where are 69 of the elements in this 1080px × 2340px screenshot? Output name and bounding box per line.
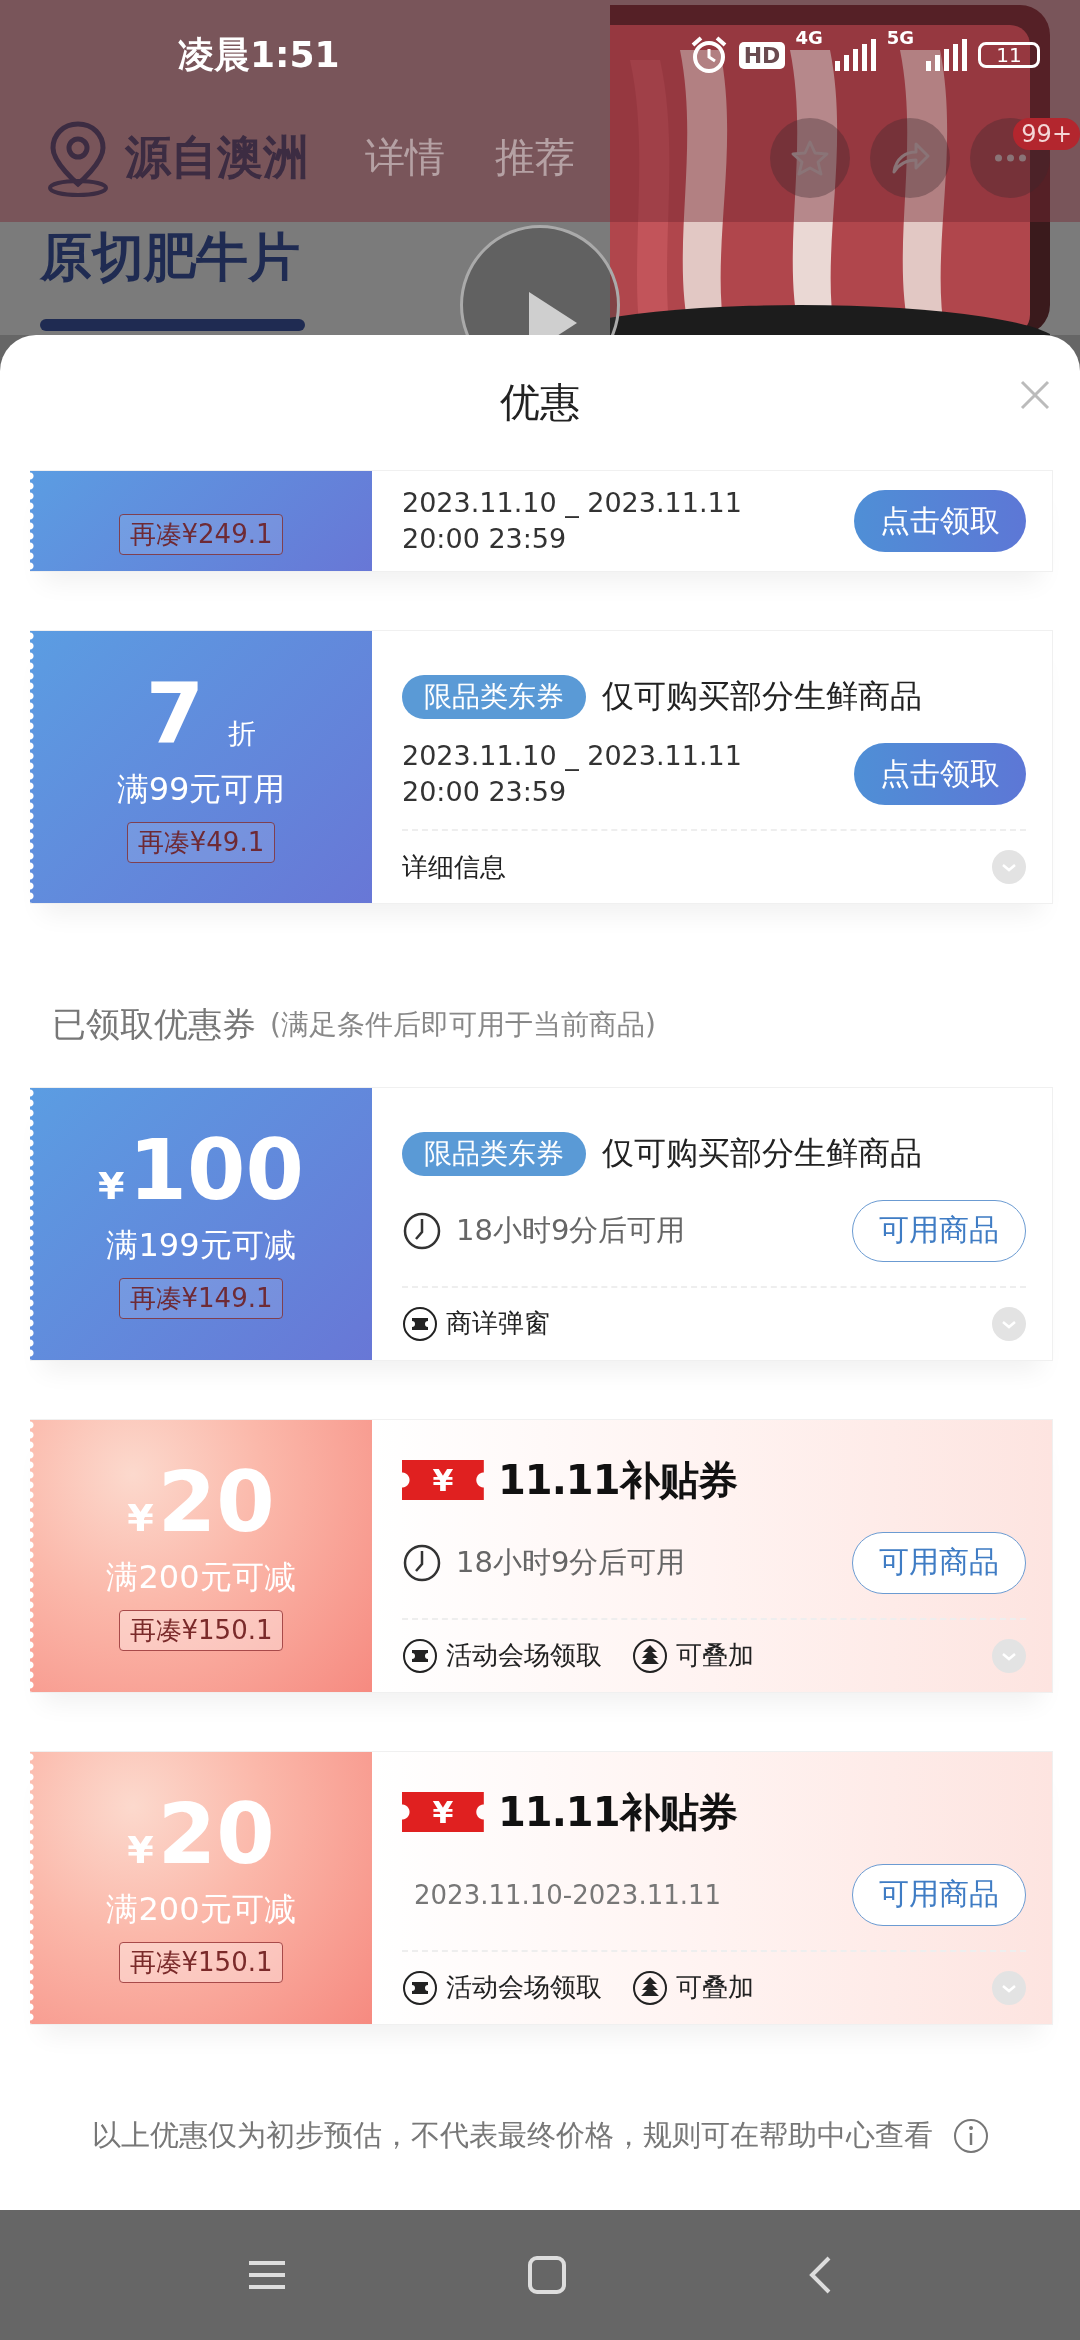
coupon-feature: 商详弹窗 [446,1307,550,1341]
network-label: 5G [886,27,914,48]
amount-needed-tag: 再凑¥249.1 [118,514,284,555]
more-icon [993,153,1027,162]
sheet-title: 优惠 [500,378,580,427]
details-link[interactable]: 详细信息 [402,849,506,885]
stack-icon [632,1969,668,2006]
product-title: 原切肥牛片 [40,226,300,289]
amount-needed-tag: 再凑¥150.1 [118,1610,284,1652]
coupon-feature: 可叠加 [676,1639,754,1673]
section-heading: 已领取优惠券 [52,1003,256,1047]
message-count-badge: 99+ [1013,118,1080,150]
coupon-feature: 可叠加 [676,1971,754,2005]
coupon-condition: 满99元可用 [116,768,286,810]
validity-period: 2023.11.10 _ 2023.11.11 20:00 23:59 [402,739,742,809]
ticket-icon [402,1969,438,2006]
close-icon[interactable] [1020,380,1050,410]
network-label: 4G [795,27,823,48]
coupon-description: 仅可购买部分生鲜商品 [602,676,922,717]
coupon-amount: 100 [128,1128,304,1213]
coupon-amount: 7 [145,671,205,756]
amount-needed-tag: 再凑¥150.1 [118,1942,284,1984]
coupon-feature: 活动会场领取 [446,1971,602,2005]
info-icon[interactable] [952,2118,989,2155]
back-icon[interactable] [807,2255,833,2295]
menu-icon[interactable] [247,2260,287,2290]
coupon-description: 仅可购买部分生鲜商品 [602,1132,922,1174]
signal-icon [924,39,968,71]
brand-logo-text: 源自澳洲 [125,128,309,186]
ticket-badge: ¥ [402,1460,484,1501]
validity-period: 2023.11.10-2023.11.11 [413,1879,722,1910]
ticket-icon [402,1637,438,1674]
claim-button[interactable]: 点击领取 [854,743,1026,805]
coupon-condition: 满199元可减 [106,1225,296,1267]
coupon-condition: 满200元可减 [106,1557,296,1599]
signal-icon [832,39,877,71]
validity-period: 2023.11.10 _ 2023.11.11 20:00 23:59 [402,486,742,556]
disclaimer-text: 以上优惠仅为初步预估，不代表最终价格，规则可在帮助中心查看 [91,2117,933,2155]
category-tag: 限品类东券 [402,1131,586,1176]
clock-icon [402,1210,442,1251]
home-icon[interactable] [527,2255,567,2295]
subsidy-coupon-logo: 11.11补贴券 [498,1787,737,1837]
available-countdown: 18小时9分后可用 [456,1211,686,1249]
ticket-icon [402,1305,438,1342]
coupon-amount: 20 [157,1792,275,1877]
coupon-amount: 20 [157,1460,275,1545]
discount-unit: 折 [228,719,257,748]
available-countdown: 18小时9分后可用 [456,1543,686,1581]
stack-icon [632,1637,668,1674]
battery-level: 11 [978,42,1040,68]
amount-needed-tag: 再凑¥49.1 [126,821,276,863]
coupon-feature: 活动会场领取 [446,1639,602,1673]
status-time: 凌晨1:51 [178,32,340,77]
eligible-products-button[interactable]: 可用商品 [852,1863,1026,1926]
page-tab[interactable]: 推荐 [495,130,575,185]
coupon-condition: 满200元可减 [106,1889,296,1931]
page-tab[interactable]: 详情 [365,130,445,185]
currency-sign: ¥ [127,1499,154,1538]
currency-sign: ¥ [127,1831,154,1870]
category-tag: 限品类东券 [402,675,586,719]
eligible-products-button[interactable]: 可用商品 [852,1531,1026,1594]
section-note: (满足条件后即可用于当前商品) [270,1007,656,1044]
amount-needed-tag: 再凑¥149.1 [118,1278,284,1320]
currency-sign: ¥ [98,1167,125,1206]
subsidy-coupon-logo: 11.11补贴券 [498,1455,737,1505]
ticket-badge: ¥ [402,1792,484,1833]
claim-button[interactable]: 点击领取 [854,490,1026,552]
eligible-products-button[interactable]: 可用商品 [852,1199,1026,1262]
clock-icon [402,1542,442,1583]
